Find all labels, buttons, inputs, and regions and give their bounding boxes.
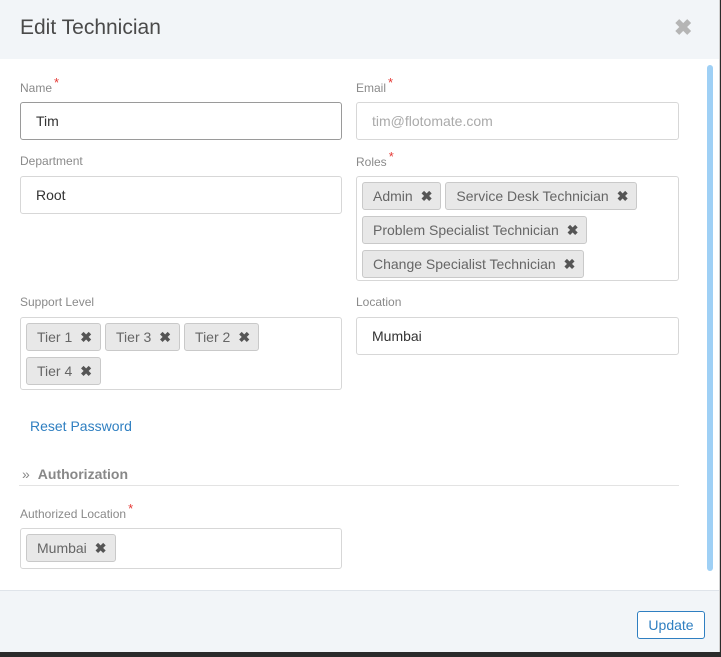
update-button[interactable]: Update <box>637 611 705 639</box>
reset-password-link[interactable]: Reset Password <box>30 418 132 434</box>
section-divider <box>19 485 679 486</box>
role-tag-label: Service Desk Technician <box>456 188 609 204</box>
support-level-multiselect[interactable]: Tier 1 ✖ Tier 3 ✖ Tier 2 ✖ Tier 4 ✖ <box>20 317 342 390</box>
remove-tag-icon[interactable]: ✖ <box>159 324 171 350</box>
role-tag-label: Change Specialist Technician <box>373 256 556 272</box>
support-level-tag: Tier 1 ✖ <box>26 323 102 351</box>
role-tag-label: Admin <box>373 188 413 204</box>
department-label: Department <box>20 154 83 168</box>
remove-tag-icon[interactable]: ✖ <box>421 183 433 209</box>
scrollbar[interactable] <box>704 62 716 574</box>
name-label: Name * <box>20 75 59 95</box>
support-level-tag-label: Tier 3 <box>116 329 152 345</box>
dialog-title: Edit Technician <box>20 16 161 39</box>
remove-tag-icon[interactable]: ✖ <box>238 324 250 350</box>
chevron-right-icon: » <box>22 466 30 482</box>
authorized-location-tag-label: Mumbai <box>37 540 87 556</box>
name-label-text: Name <box>20 81 53 95</box>
remove-tag-icon[interactable]: ✖ <box>567 217 579 243</box>
role-tag: Admin ✖ <box>362 182 442 210</box>
scrollbar-thumb[interactable] <box>707 65 713 571</box>
department-input[interactable]: Root <box>20 176 342 214</box>
authorized-location-label: Authorized Location * <box>20 501 133 521</box>
dialog-header: Edit Technician ✖ <box>0 0 719 59</box>
required-marker: * <box>54 75 60 90</box>
roles-label: Roles * <box>356 149 394 169</box>
name-input[interactable]: Tim <box>20 102 342 140</box>
roles-multiselect[interactable]: Admin ✖ Service Desk Technician ✖Problem Sp… <box>356 176 679 281</box>
authorized-location-multiselect[interactable]: Mumbai ✖ <box>20 528 342 569</box>
support-level-tag-label: Tier 2 <box>195 329 231 345</box>
name-value: Tim <box>36 113 59 129</box>
required-marker: * <box>128 501 134 516</box>
authorized-location-tag: Mumbai ✖ <box>26 534 116 562</box>
email-label: Email * <box>356 75 393 95</box>
role-tag: Service Desk Technician ✖ <box>445 182 638 210</box>
support-level-tag: Tier 4 ✖ <box>26 357 102 385</box>
support-level-tag: Tier 3 ✖ <box>105 323 181 351</box>
dialog-footer: Update <box>0 590 719 652</box>
email-input[interactable]: tim@flotomate.com <box>356 102 679 140</box>
role-tag: Change Specialist Technician ✖ <box>362 250 585 278</box>
authorized-location-label-text: Authorized Location <box>20 507 127 521</box>
location-label: Location <box>356 295 401 309</box>
roles-label-text: Roles <box>356 155 387 169</box>
remove-tag-icon[interactable]: ✖ <box>80 358 92 384</box>
authorization-section-toggle[interactable]: » Authorization <box>22 466 128 482</box>
remove-tag-icon[interactable]: ✖ <box>95 535 107 561</box>
location-value: Mumbai <box>372 328 422 344</box>
edit-technician-dialog: Edit Technician ✖ Name * Tim Email * tim@f… <box>0 0 720 652</box>
remove-tag-icon[interactable]: ✖ <box>617 183 629 209</box>
support-level-tag-label: Tier 4 <box>37 363 73 379</box>
support-level-tag-label: Tier 1 <box>37 329 73 345</box>
remove-tag-icon[interactable]: ✖ <box>80 324 92 350</box>
support-level-label: Support Level <box>20 295 94 309</box>
location-label-text: Location <box>356 295 402 309</box>
email-placeholder: tim@flotomate.com <box>372 113 493 129</box>
support-level-tag: Tier 2 ✖ <box>184 323 260 351</box>
required-marker: * <box>388 149 394 164</box>
role-tag: Problem Specialist Technician ✖ <box>362 216 588 244</box>
email-label-text: Email <box>356 81 387 95</box>
authorization-heading: Authorization <box>37 466 129 482</box>
location-input[interactable]: Mumbai <box>356 317 679 355</box>
support-level-label-text: Support Level <box>20 295 95 309</box>
close-icon[interactable]: ✖ <box>674 17 692 39</box>
role-tag-label: Problem Specialist Technician <box>373 222 559 238</box>
department-label-text: Department <box>20 154 83 168</box>
required-marker: * <box>388 75 394 90</box>
department-value: Root <box>36 187 66 203</box>
remove-tag-icon[interactable]: ✖ <box>564 251 576 277</box>
